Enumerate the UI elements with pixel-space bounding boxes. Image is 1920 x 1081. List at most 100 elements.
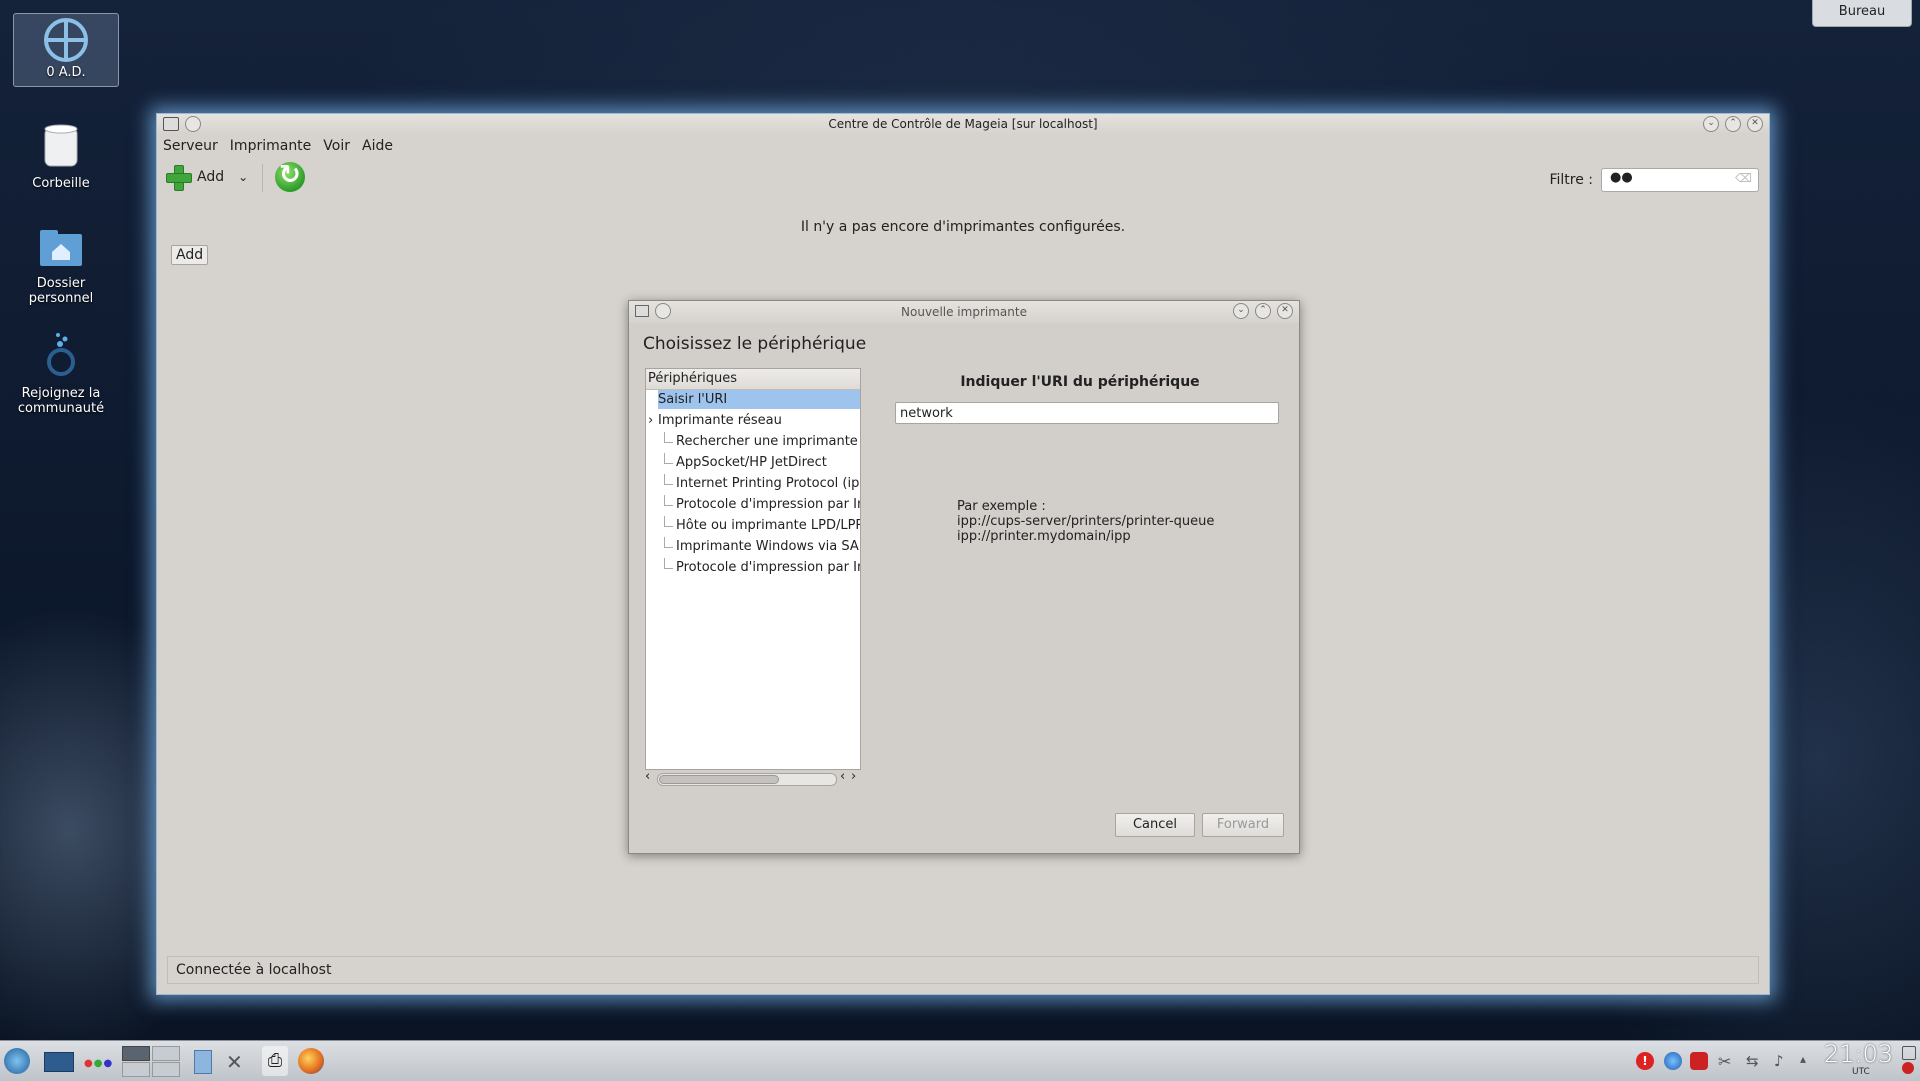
window-title: Centre de Contrôle de Mageia [sur localh… [828, 117, 1098, 131]
status-text: Connectée à localhost [176, 962, 332, 978]
printer-icon [635, 305, 649, 317]
tree-item[interactable]: Rechercher une imprimante r [664, 432, 860, 451]
scroll-thumb[interactable] [659, 775, 779, 784]
clock-timezone: UTC [1852, 1067, 1870, 1077]
tree-item-label: Protocole d'impression par In [676, 560, 861, 575]
menubar: Serveur Imprimante Voir Aide [157, 134, 1769, 158]
device-tree[interactable]: Périphériques Saisir l'URI › Imprimante ré… [645, 368, 861, 770]
desktop-3[interactable] [122, 1062, 150, 1077]
filter-input[interactable]: ●● ⌫ [1601, 168, 1759, 192]
expand-icon[interactable]: › [648, 411, 653, 430]
activities-icon[interactable]: ●●● [84, 1058, 113, 1069]
show-desktop-icon[interactable] [44, 1052, 74, 1072]
minimize-icon[interactable]: ⌄ [1703, 116, 1719, 132]
tree-item[interactable]: Saisir l'URI [658, 390, 860, 409]
maximize-icon[interactable]: ⌃ [1255, 303, 1271, 319]
tree-item[interactable]: Hôte ou imprimante LPD/LPR [664, 516, 861, 535]
minimize-icon[interactable]: ⌄ [1233, 303, 1249, 319]
binoculars-icon: ●● [1610, 170, 1633, 185]
menu-voir[interactable]: Voir [323, 138, 350, 154]
desktop-2[interactable] [152, 1046, 180, 1061]
scroll-right-icon[interactable]: › [851, 769, 856, 784]
add-icon [165, 164, 192, 191]
desktop-icon-label: Corbeille [32, 176, 90, 191]
tree-guide [664, 432, 673, 443]
scroll-left-icon[interactable]: ‹ [645, 769, 650, 784]
tree-item[interactable]: Imprimante Windows via SAM [664, 537, 861, 556]
horizontal-scrollbar[interactable]: ‹ ‹ › [645, 769, 861, 786]
toolbar-add-button[interactable]: Add ⌄ [165, 164, 248, 191]
tree-item[interactable]: Internet Printing Protocol (ipp [664, 474, 860, 493]
network-icon[interactable]: ⇆ [1746, 1052, 1764, 1070]
file-manager-task-icon[interactable] [194, 1050, 212, 1074]
menu-serveur[interactable]: Serveur [163, 138, 218, 154]
uri-input[interactable]: network [895, 402, 1279, 424]
desktop-4[interactable] [152, 1062, 180, 1077]
network-globe-icon[interactable] [1664, 1052, 1682, 1070]
tree-guide [664, 453, 673, 464]
pin-icon[interactable] [655, 303, 671, 319]
desktop-icon-0ad[interactable]: 0 A.D. [13, 13, 119, 87]
menu-aide[interactable]: Aide [362, 138, 393, 154]
maximize-icon[interactable]: ⌃ [1725, 116, 1741, 132]
filter-label: Filtre : [1549, 172, 1593, 188]
desktop-icon-trash[interactable]: Corbeille [9, 122, 113, 191]
tree-guide [664, 558, 673, 569]
desktop-icon-label: Rejoignez la communauté [17, 386, 105, 416]
tree-item-label: AppSocket/HP JetDirect [676, 455, 827, 470]
cancel-button[interactable]: Cancel [1115, 813, 1195, 837]
desktop-menu-button[interactable]: Bureau [1812, 0, 1912, 27]
desktop-icon-home[interactable]: Dossier personnel [9, 228, 113, 306]
tree-item-label: Hôte ou imprimante LPD/LPR [676, 518, 861, 533]
toolbar-add-label: Add [197, 169, 225, 185]
power-icon[interactable] [1902, 1062, 1914, 1074]
close-icon[interactable]: ✕ [1277, 303, 1293, 319]
printer-app-icon [163, 117, 179, 131]
close-icon[interactable]: ✕ [1747, 116, 1763, 132]
empty-message: Il n'y a pas encore d'imprimantes config… [800, 219, 1126, 235]
printer-task-icon[interactable]: ⎙ [262, 1046, 288, 1076]
tray-expand-icon[interactable]: ▴ [1800, 1052, 1818, 1070]
tools-task-icon[interactable]: ✕ [226, 1050, 243, 1074]
tree-item[interactable]: Protocole d'impression par In [664, 558, 861, 577]
add-printer-button[interactable]: Add [171, 245, 209, 265]
tree-item-label: Saisir l'URI [658, 392, 728, 407]
clock[interactable]: 21:03 [1824, 1040, 1893, 1068]
notifier-icon[interactable] [1690, 1052, 1708, 1070]
desktop-icon-label: 0 A.D. [46, 65, 86, 80]
dialog-titlebar[interactable]: Nouvelle imprimante ⌄ ⌃ ✕ [629, 301, 1299, 323]
forward-button[interactable]: Forward [1202, 813, 1284, 837]
desktop-1[interactable] [122, 1046, 150, 1061]
tree-guide [664, 474, 673, 485]
pager[interactable] [122, 1046, 180, 1077]
pin-icon[interactable] [185, 116, 201, 132]
tree-item[interactable]: › Imprimante réseau [648, 411, 860, 430]
uri-panel: Indiquer l'URI du périphérique network P… [877, 368, 1283, 793]
uri-example: Par exemple : ipp://cups-server/printers/… [957, 499, 1215, 544]
scroll-track[interactable] [657, 773, 837, 786]
lock-icon[interactable] [1902, 1046, 1916, 1060]
tree-item-label: Imprimante Windows via SAM [676, 539, 861, 554]
update-alert-icon[interactable]: ! [1636, 1052, 1654, 1070]
clear-icon[interactable]: ⌫ [1735, 171, 1752, 185]
tree-guide [664, 495, 673, 506]
uri-title: Indiquer l'URI du périphérique [960, 374, 1200, 390]
scissors-icon[interactable]: ✂ [1718, 1052, 1736, 1071]
taskbar [0, 1040, 1920, 1081]
status-bar: Connectée à localhost [167, 956, 1759, 984]
tree-header[interactable]: Périphériques [646, 369, 860, 390]
firefox-icon[interactable] [298, 1048, 324, 1074]
desktop-icon-label: Dossier personnel [28, 276, 94, 306]
tree-item[interactable]: AppSocket/HP JetDirect [664, 453, 827, 472]
menu-imprimante[interactable]: Imprimante [230, 138, 312, 154]
scroll-left-icon[interactable]: ‹ [840, 769, 845, 784]
bureau-label: Bureau [1838, 4, 1886, 19]
tree-item[interactable]: Protocole d'impression par In [664, 495, 860, 514]
new-printer-dialog: Nouvelle imprimante ⌄ ⌃ ✕ Choisissez le … [628, 300, 1300, 854]
refresh-icon[interactable] [275, 160, 305, 192]
window-titlebar[interactable]: Centre de Contrôle de Mageia [sur localh… [157, 114, 1769, 134]
volume-icon[interactable]: ♪ [1774, 1052, 1792, 1070]
desktop-icon-community[interactable]: Rejoignez la communauté [9, 332, 113, 416]
application-launcher-icon[interactable] [4, 1048, 30, 1074]
chevron-down-icon[interactable]: ⌄ [238, 170, 248, 184]
